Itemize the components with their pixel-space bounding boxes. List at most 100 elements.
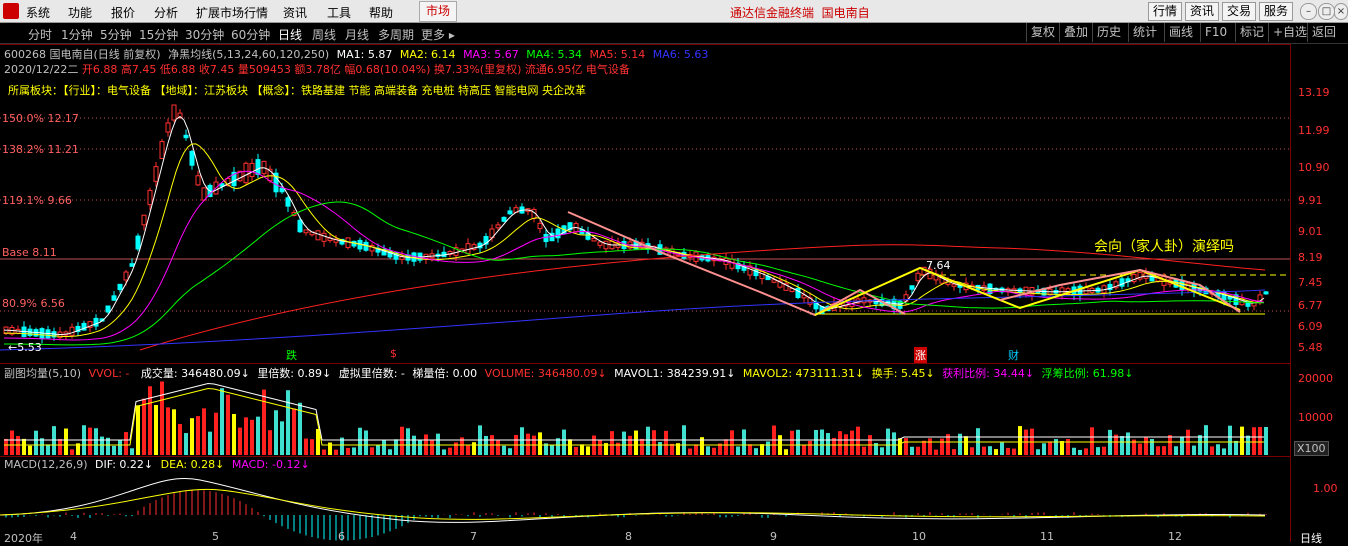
volume-bar	[1114, 434, 1118, 455]
month-label: 12	[1168, 530, 1182, 543]
volume-bar	[904, 438, 908, 455]
candle-body	[603, 240, 609, 250]
volume-bar	[886, 428, 890, 455]
quote-date: 2020/12/22二	[4, 63, 79, 76]
volume-bar	[202, 408, 206, 455]
volume-bar	[1126, 432, 1130, 455]
macd-title[interactable]: MACD(12,26,9)	[4, 458, 88, 471]
period-label: 日线	[1300, 532, 1322, 545]
volume-panel-divider	[0, 456, 1290, 457]
fib-label: Base 8.11	[2, 246, 57, 259]
volume-bar	[562, 429, 566, 455]
mavol2-value: MAVOL2: 473111.31↓	[742, 367, 865, 380]
ma4-line	[4, 201, 1264, 346]
volume-bar	[430, 440, 434, 455]
volume-bar	[502, 445, 506, 455]
candle-body	[183, 134, 189, 139]
fib-label: 119.1% 9.66	[2, 194, 72, 207]
price-axis-line	[1290, 44, 1291, 542]
volume-bar	[418, 440, 422, 455]
volume-bar	[838, 431, 842, 455]
volume-bar	[1096, 447, 1100, 455]
event-marker[interactable]: 涨	[914, 347, 927, 363]
month-label: 10	[912, 530, 926, 543]
volume-bar	[328, 442, 332, 455]
volume-bar	[310, 439, 314, 455]
volume-bar	[454, 442, 458, 455]
volume-bar	[88, 427, 92, 455]
candle-body	[243, 162, 249, 184]
volume-bar	[622, 431, 626, 455]
vvol-value: VVOL: -	[88, 367, 130, 380]
indicator-name[interactable]: 净黑均线(5,13,24,60,120,250)	[168, 48, 329, 61]
volume-bar	[1198, 435, 1202, 455]
volume-value: 成交量: 346480.09↓	[140, 367, 250, 380]
volume-bar	[130, 448, 134, 455]
volume-panel-title[interactable]: 副图均量(5,10)	[4, 367, 81, 380]
volume-bar	[850, 430, 854, 455]
volume-bar	[610, 431, 614, 455]
candle-body	[69, 326, 75, 336]
volume-bar	[730, 430, 734, 455]
volume-bar	[652, 430, 656, 455]
volume-bar	[520, 427, 524, 455]
volume-bar	[1150, 438, 1154, 455]
volume-bar	[1174, 446, 1178, 455]
volume-bar	[358, 427, 362, 455]
ma1-value: MA1: 5.87	[336, 48, 393, 61]
volume-bar	[856, 426, 860, 455]
fib-label: 80.9% 6.56	[2, 297, 65, 310]
candle-body	[123, 271, 129, 281]
volume-bar	[1102, 446, 1106, 455]
volume-bar	[802, 444, 806, 455]
event-marker[interactable]: 跌	[286, 347, 297, 363]
year-label: 2020年	[4, 532, 43, 545]
candle-body	[153, 166, 159, 182]
volume-bar	[790, 430, 794, 455]
volume-bar	[196, 416, 200, 455]
volume-bar	[244, 417, 248, 455]
volume-bar	[142, 398, 146, 455]
month-label: 8	[625, 530, 632, 543]
volume-bar	[1072, 447, 1076, 455]
volume-bar	[52, 426, 56, 455]
volume-bar	[748, 444, 752, 455]
volume-bar	[466, 445, 470, 455]
volume-bar	[880, 447, 884, 455]
volume-bar	[688, 448, 692, 455]
volume-bar	[334, 449, 338, 455]
ma5-value: MA5: 5.14	[589, 48, 646, 61]
volume-bar	[1000, 442, 1004, 455]
fib-label: 150.0% 12.17	[2, 112, 79, 125]
ma6-value: MA6: 5.63	[652, 48, 709, 61]
candle-body	[135, 235, 141, 250]
volume-bar	[898, 438, 902, 455]
event-marker[interactable]: 财	[1008, 347, 1019, 363]
main-panel-divider	[0, 363, 1290, 364]
event-marker[interactable]: $	[390, 347, 397, 360]
volume-bar	[1066, 438, 1070, 455]
volume-bar	[634, 430, 638, 455]
volume-bar	[694, 444, 698, 455]
volume-bar	[124, 432, 128, 455]
volume-bar	[1042, 443, 1046, 455]
candle-body	[597, 241, 603, 246]
volume-bar	[40, 438, 44, 455]
volume-bar	[208, 431, 212, 455]
volume-bar	[1168, 435, 1172, 455]
price-tick: 8.19	[1298, 251, 1323, 264]
price-tick: 7.45	[1298, 276, 1323, 289]
volume-bar	[472, 442, 476, 455]
volume-bar	[766, 441, 770, 455]
volume-bar	[496, 440, 500, 455]
volume-bar	[820, 429, 824, 455]
volume-bar	[10, 430, 14, 455]
candle-body	[501, 216, 507, 222]
macd-panel-header: MACD(12,26,9) DIF: 0.22↓ DEA: 0.28↓ MACD…	[4, 458, 310, 471]
candle-body	[147, 189, 153, 206]
volume-bar	[1018, 426, 1022, 455]
volume-bar	[934, 449, 938, 455]
volume-panel-header: 副图均量(5,10) VVOL: - 成交量: 346480.09↓ 里倍数: …	[4, 365, 1134, 381]
volume-bar	[1264, 427, 1268, 455]
candle-body	[111, 295, 117, 301]
